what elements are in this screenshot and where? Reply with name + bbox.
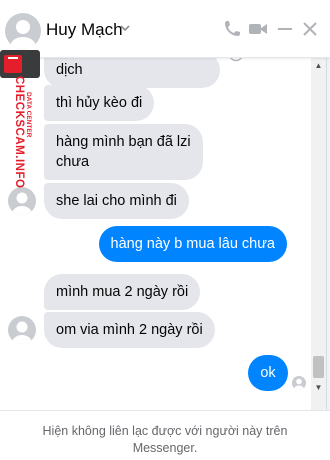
video-icon[interactable] bbox=[248, 19, 268, 39]
message-incoming[interactable]: om via mình 2 ngày rồi bbox=[44, 312, 215, 348]
scroll-down-arrow-icon[interactable]: ▼ bbox=[311, 380, 326, 395]
default-avatar-icon bbox=[12, 321, 32, 344]
default-avatar-icon bbox=[294, 378, 304, 390]
message-text: ok bbox=[260, 365, 276, 381]
message-text-line: hàng mình bạn đã lzi bbox=[56, 134, 191, 150]
message-text: hàng này b mua lâu chưa bbox=[110, 236, 275, 252]
unavailable-notice: Hiện không liên lạc được với người này t… bbox=[42, 424, 288, 455]
contact-avatar-small[interactable] bbox=[8, 316, 36, 344]
message-text: mình mua 2 ngày rồi bbox=[56, 284, 189, 300]
message-text: thì hủy kèo đi bbox=[56, 95, 143, 111]
message-incoming[interactable]: thì hủy kèo đi bbox=[44, 85, 155, 121]
close-icon[interactable] bbox=[300, 19, 320, 39]
chat-header: Huy Mạch bbox=[0, 0, 330, 58]
message-incoming[interactable]: hàng mình bạn đã lzi chưa bbox=[44, 124, 203, 180]
chat-footer: Hiện không liên lạc được với người này t… bbox=[0, 410, 330, 460]
message-incoming[interactable]: mình mua 2 ngày rồi bbox=[44, 274, 201, 310]
message-text-line: chưa bbox=[56, 154, 90, 170]
message-text: she lai cho mình đi bbox=[56, 193, 177, 209]
scroll-up-arrow-icon[interactable]: ▲ bbox=[311, 58, 326, 73]
background-window-edge bbox=[326, 0, 330, 460]
message-outgoing[interactable]: ok bbox=[248, 355, 288, 391]
chevron-down-icon[interactable] bbox=[118, 21, 132, 35]
message-text: dịch bbox=[56, 62, 83, 78]
message-incoming[interactable]: she lai cho mình đi bbox=[44, 183, 189, 219]
default-avatar-icon bbox=[10, 20, 36, 49]
message-outgoing[interactable]: hàng này b mua lâu chưa bbox=[98, 226, 287, 262]
watermark-logo: CHECKSCAM.INFO DATA CENTER bbox=[2, 72, 38, 212]
contact-avatar[interactable] bbox=[5, 13, 41, 49]
scrollbar-thumb[interactable] bbox=[313, 356, 324, 378]
scrollbar[interactable]: ▲ ▼ bbox=[311, 58, 326, 410]
seen-indicator-avatar bbox=[292, 376, 306, 390]
watermark-tagline: DATA CENTER bbox=[25, 92, 32, 138]
message-list[interactable]: dịch thì hủy kèo đi hàng mình bạn đã lzi… bbox=[0, 46, 310, 408]
watermark-brand: CHECKSCAM.INFO bbox=[13, 76, 25, 188]
phone-icon[interactable] bbox=[222, 19, 242, 39]
contact-name[interactable]: Huy Mạch bbox=[46, 20, 123, 40]
message-text: om via mình 2 ngày rồi bbox=[56, 322, 203, 338]
minimize-icon[interactable] bbox=[275, 19, 295, 39]
